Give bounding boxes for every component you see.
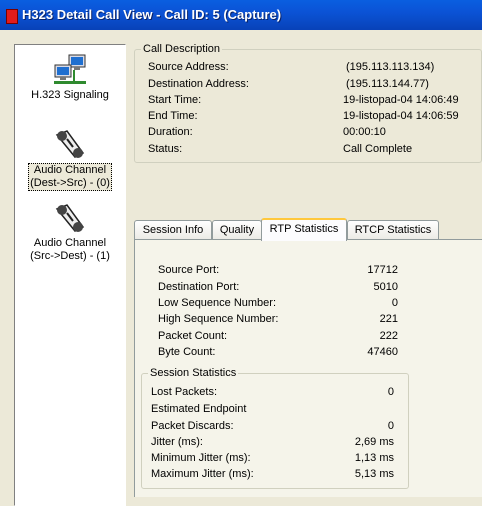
start-time-value: 19-listopad-04 14:06:49 [343,94,459,106]
destination-address-label: Destination Address: [148,78,249,90]
packet-discards-label: Packet Discards: [151,420,234,432]
destination-port-value: 5010 [373,281,398,293]
tab-session-info[interactable]: Session Info [134,220,212,239]
source-address-value: (195.113.113.134) [346,61,435,73]
splitter[interactable] [127,44,129,504]
lost-packets-value: 0 [387,386,394,398]
source-port-label: Source Port: [158,264,220,276]
nav-label-line1: Audio Channel [33,164,107,176]
end-time-value: 19-listopad-04 14:06:59 [343,110,459,122]
network-computers-icon [54,54,86,84]
jitter-label: Jitter (ms): [151,436,203,448]
tab-rtcp-statistics[interactable]: RTCP Statistics [347,220,439,239]
byte-count-value: 47460 [367,346,398,358]
low-sequence-label: Low Sequence Number: [158,297,277,309]
destination-port-label: Destination Port: [158,281,240,293]
nav-item-audio-dest-src[interactable]: Audio Channel (Dest->Src) - (0) [15,127,125,191]
channel-list[interactable]: H.323 Signaling Audio Channel (Dest->Src)… [14,44,126,506]
nav-label-line2: (Dest->Src) - (0) [30,177,110,189]
audio-channel-icon [55,204,85,232]
minimum-jitter-value: 1,13 ms [354,452,394,464]
source-address-label: Source Address: [148,61,229,73]
nav-item-audio-src-dest[interactable]: Audio Channel (Src->Dest) - (1) [15,201,125,263]
estimated-endpoint-label: Estimated Endpoint [151,403,247,415]
call-description-legend: Call Description [143,43,221,55]
jitter-value: 2,69 ms [354,436,394,448]
nav-label-line1: Audio Channel [33,237,107,249]
session-statistics-legend: Session Statistics [150,367,237,379]
tab-strip: Session Info Quality RTP Statistics RTCP… [134,218,482,241]
tab-quality[interactable]: Quality [212,220,262,239]
nav-item-h323-signaling[interactable]: H.323 Signaling [15,53,125,102]
maximum-jitter-label: Maximum Jitter (ms): [151,468,254,480]
duration-label: Duration: [148,126,193,138]
low-sequence-value: 0 [391,297,398,309]
end-time-label: End Time: [148,110,198,122]
high-sequence-label: High Sequence Number: [158,313,279,325]
app-icon [6,9,18,24]
minimum-jitter-label: Minimum Jitter (ms): [151,452,251,464]
source-port-value: 17712 [367,264,398,276]
maximum-jitter-value: 5,13 ms [354,468,394,480]
nav-label-line2: (Src->Dest) - (1) [30,250,110,262]
nav-label: H.323 Signaling [31,89,109,101]
nav-label: Audio Channel (Dest->Src) - (0) [28,163,112,191]
tab-rtp-statistics[interactable]: RTP Statistics [261,218,347,241]
high-sequence-value: 221 [379,313,398,325]
status-value: Call Complete [343,143,413,155]
duration-value: 00:00:10 [343,126,386,138]
status-label: Status: [148,143,183,155]
lost-packets-label: Lost Packets: [151,386,218,398]
packet-count-label: Packet Count: [158,330,228,342]
byte-count-label: Byte Count: [158,346,216,358]
nav-label: Audio Channel (Src->Dest) - (1) [29,237,111,263]
start-time-label: Start Time: [148,94,202,106]
title-bar[interactable]: H323 Detail Call View - Call ID: 5 (Capt… [0,0,482,30]
audio-channel-icon [55,130,85,158]
window-title: H323 Detail Call View - Call ID: 5 (Capt… [22,7,282,22]
packet-count-value: 222 [379,330,398,342]
packet-discards-value: 0 [387,420,394,432]
destination-address-value: (195.113.144.77) [346,78,429,90]
